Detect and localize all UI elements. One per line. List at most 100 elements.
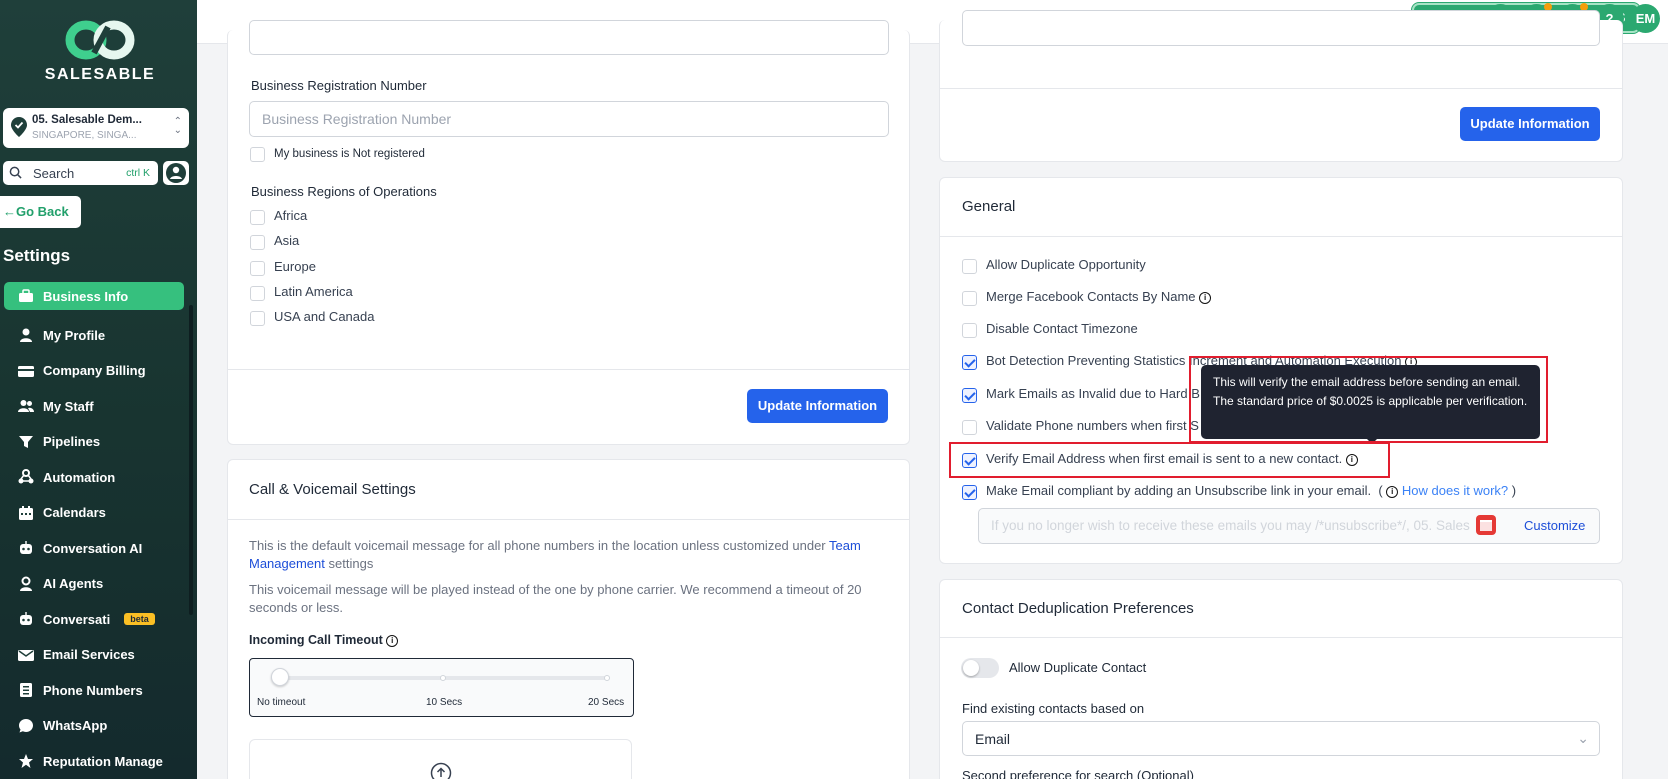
- agent-icon: [20, 576, 32, 591]
- sidebar-item-automation[interactable]: Automation: [4, 460, 184, 496]
- search-icon: [9, 166, 22, 179]
- option-label-text: Merge Facebook Contacts By Name: [986, 289, 1196, 304]
- star-icon: [19, 754, 33, 769]
- region-usa-canada-checkbox[interactable]: [250, 311, 265, 326]
- bot-detection-checkbox[interactable]: [962, 355, 977, 370]
- location-switcher[interactable]: 05. Salesable Dem... SINGAPORE, SINGA...…: [3, 108, 189, 148]
- business-type-field[interactable]: [249, 20, 889, 55]
- region-africa-checkbox[interactable]: [250, 210, 265, 225]
- find-contacts-select[interactable]: Email ⌄: [962, 721, 1600, 756]
- nav-label: My Staff: [43, 398, 94, 414]
- nav-label: Automation: [43, 469, 116, 485]
- upload-dropzone[interactable]: [249, 739, 632, 779]
- briefcase-icon: [19, 289, 33, 302]
- nav-label: Phone Numbers: [43, 682, 143, 698]
- user-avatar[interactable]: EM: [1631, 4, 1660, 33]
- right-top-field[interactable]: [962, 10, 1600, 46]
- how-does-it-work-link[interactable]: How does it work?: [1402, 483, 1508, 498]
- allow-duplicate-contact-toggle[interactable]: [961, 658, 999, 678]
- reg-number-input[interactable]: Business Registration Number: [249, 101, 889, 137]
- sidebar-item-reputation-management[interactable]: Reputation Manage: [4, 744, 184, 779]
- user-icon: [20, 328, 32, 343]
- go-back-label: Go Back: [16, 204, 69, 219]
- region-asia-checkbox[interactable]: [250, 235, 265, 250]
- brand-name: SALESABLE: [44, 66, 156, 83]
- user-profile-button[interactable]: [163, 161, 189, 185]
- salesable-logo[interactable]: SALESABLE: [35, 20, 165, 84]
- incoming-timeout-label: Incoming Call Timeout i: [249, 633, 399, 647]
- nav-label: Company Billing: [43, 363, 146, 379]
- not-registered-checkbox[interactable]: [250, 147, 265, 162]
- sidebar-item-calendars[interactable]: Calendars: [4, 495, 184, 531]
- email-compliant-checkbox[interactable]: [962, 485, 977, 500]
- location-pin-icon: [11, 117, 27, 137]
- option-label: Mark Emails as Invalid due to Hard B: [986, 386, 1200, 401]
- search-button[interactable]: Search ctrl K: [3, 161, 158, 185]
- timeout-label-text: Incoming Call Timeout: [249, 633, 383, 647]
- right-top-card: Update Information: [939, 10, 1623, 162]
- merge-facebook-contacts-checkbox[interactable]: [962, 291, 977, 306]
- option-label: Merge Facebook Contacts By Name i: [986, 289, 1212, 304]
- sidebar-item-company-billing[interactable]: Company Billing: [4, 353, 184, 389]
- sidebar-item-my-staff[interactable]: My Staff: [4, 389, 184, 425]
- highlight-box: [1189, 356, 1548, 443]
- chevron-updown-icon: ⌃ ⌄: [173, 116, 182, 136]
- unsubscribe-text: If you no longer wish to receive these e…: [991, 518, 1470, 533]
- option-label: Allow Duplicate Opportunity: [986, 257, 1146, 272]
- sidebar: SALESABLE 05. Salesable Dem... SINGAPORE…: [0, 0, 197, 779]
- go-back-button[interactable]: ←Go Back: [0, 196, 81, 228]
- slider-step-dot: [604, 675, 610, 681]
- update-information-button[interactable]: Update Information: [1460, 107, 1600, 141]
- validate-phone-numbers-checkbox[interactable]: [962, 420, 977, 435]
- robot-icon: [20, 612, 32, 626]
- users-icon: [18, 400, 34, 413]
- find-contacts-value: Email: [975, 731, 1011, 747]
- sidebar-item-email-services[interactable]: Email Services: [4, 637, 184, 673]
- region-latin-america-checkbox[interactable]: [250, 286, 265, 301]
- info-icon[interactable]: i: [386, 634, 399, 647]
- sidebar-item-business-info[interactable]: Business Info: [4, 282, 184, 310]
- option-label-text: Make Email compliant by adding an Unsubs…: [986, 483, 1372, 498]
- mark-emails-invalid-checkbox[interactable]: [962, 388, 977, 403]
- nav-label: Reputation Manage: [43, 753, 163, 769]
- chevron-down-icon: ⌄: [1577, 730, 1589, 746]
- voicemail-carrier-text: This voicemail message will be played in…: [249, 582, 862, 615]
- dedup-title: Contact Deduplication Preferences: [962, 600, 1194, 617]
- sidebar-scrollbar[interactable]: [189, 305, 193, 615]
- slider-thumb[interactable]: [271, 668, 289, 686]
- sidebar-item-whatsapp[interactable]: WhatsApp: [4, 708, 184, 744]
- region-europe-checkbox[interactable]: [250, 261, 265, 276]
- update-information-button[interactable]: Update Information: [747, 389, 888, 423]
- nav-label: My Profile: [43, 327, 106, 343]
- chat-icon: [19, 718, 33, 733]
- general-title: General: [962, 198, 1016, 215]
- unsubscribe-text-field[interactable]: If you no longer wish to receive these e…: [978, 508, 1600, 544]
- customize-link[interactable]: Customize: [1524, 518, 1585, 533]
- divider: [940, 637, 1622, 638]
- option-label: Validate Phone numbers when first S: [986, 418, 1199, 433]
- call-voicemail-title: Call & Voicemail Settings: [249, 481, 416, 498]
- arrow-left-icon: ←: [3, 204, 16, 219]
- phone-book-icon: [20, 683, 32, 698]
- sidebar-item-ai-agents[interactable]: AI Agents: [4, 566, 184, 602]
- disable-contact-timezone-checkbox[interactable]: [962, 323, 977, 338]
- nav-label: Calendars: [43, 505, 106, 521]
- slider-step-dot: [440, 675, 446, 681]
- sidebar-item-conversati[interactable]: Conversati beta: [4, 602, 184, 638]
- sidebar-item-pipelines[interactable]: Pipelines: [4, 424, 184, 460]
- divider: [228, 519, 909, 520]
- credit-card-icon: [18, 365, 34, 377]
- sidebar-item-phone-numbers[interactable]: Phone Numbers: [4, 673, 184, 709]
- robot-icon: [20, 541, 32, 555]
- info-icon[interactable]: i: [1199, 291, 1212, 304]
- sidebar-item-my-profile[interactable]: My Profile: [4, 318, 184, 354]
- workflow-icon: [18, 469, 34, 484]
- business-info-card: Business Registration Number Business Re…: [227, 20, 910, 445]
- sidebar-item-conversation-ai[interactable]: Conversation AI: [4, 531, 184, 567]
- timeout-slider[interactable]: No timeout 10 Secs 20 Secs: [249, 658, 634, 717]
- nav-label: Email Services: [43, 647, 135, 663]
- custom-values-icon[interactable]: [1476, 515, 1496, 535]
- info-icon[interactable]: i: [1386, 485, 1399, 498]
- nav-label: AI Agents: [43, 576, 104, 592]
- allow-duplicate-opportunity-checkbox[interactable]: [962, 259, 977, 274]
